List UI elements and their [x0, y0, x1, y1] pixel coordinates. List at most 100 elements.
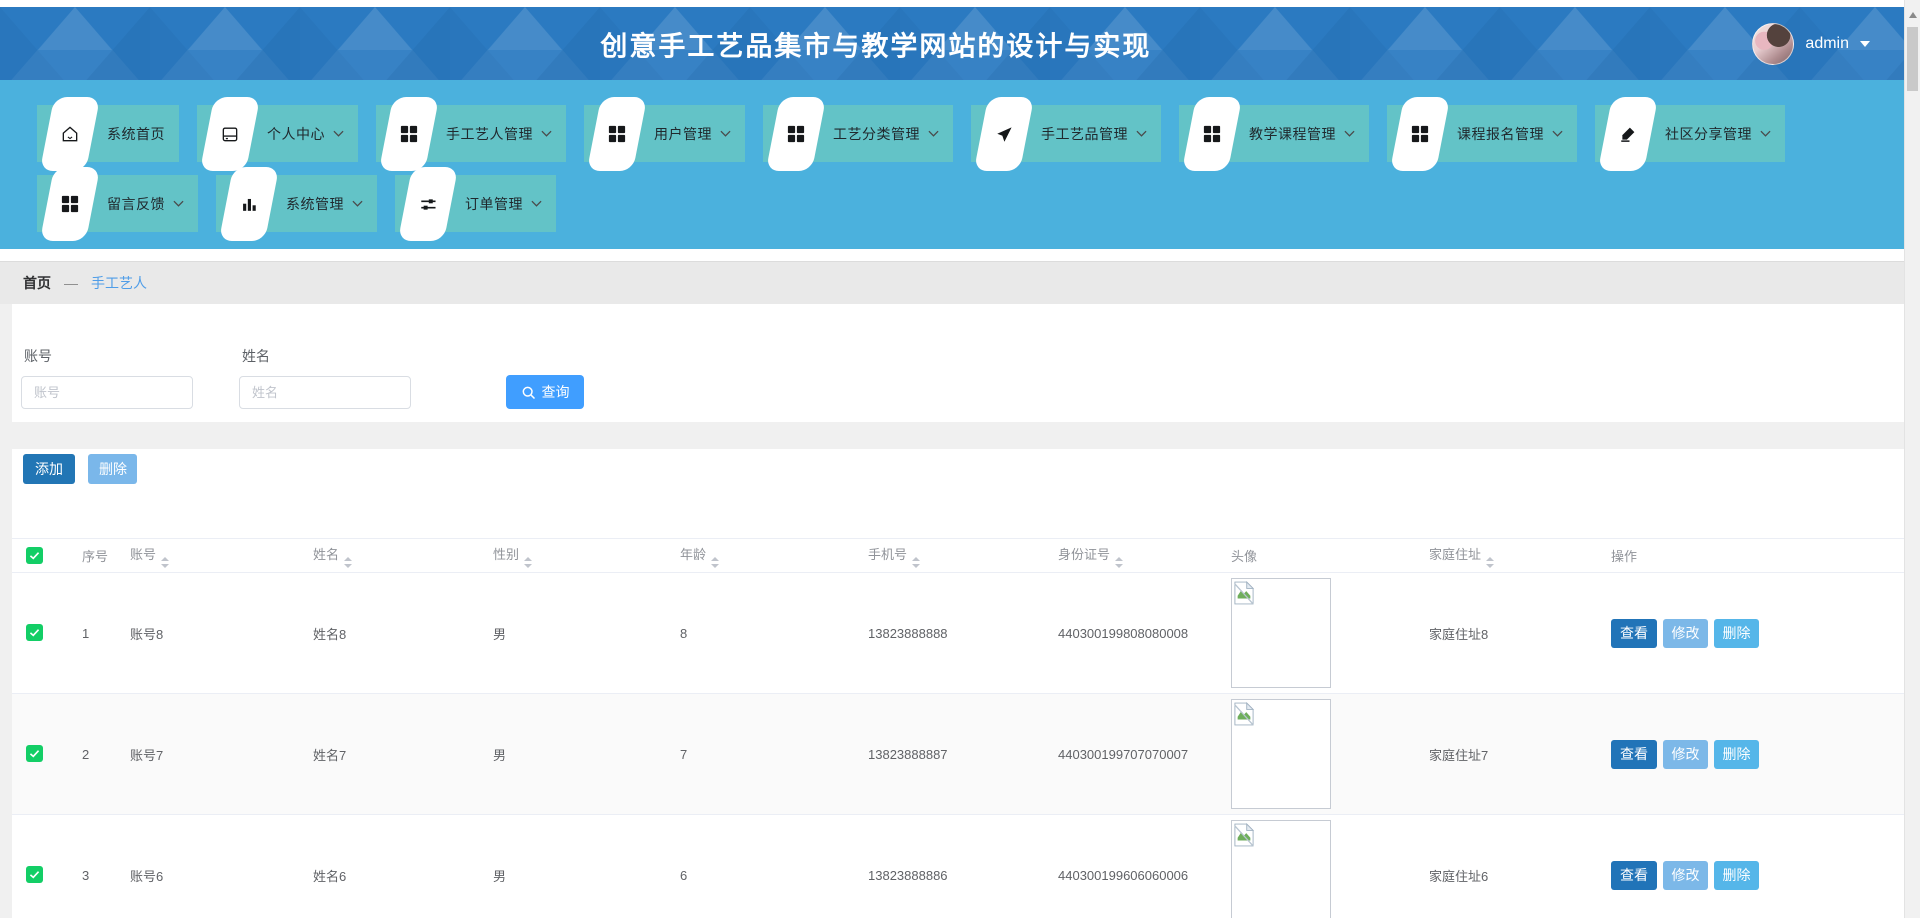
grid-icon	[40, 167, 100, 241]
sort-icon[interactable]	[524, 557, 532, 568]
table-row: 1 账号8 姓名8 男 8 13823888888 44030019980808…	[12, 573, 1904, 694]
sort-icon[interactable]	[912, 557, 920, 568]
cell-name: 姓名6	[301, 815, 481, 918]
avatar-image-placeholder	[1231, 820, 1331, 918]
chevron-down-icon	[352, 200, 363, 207]
grid-icon	[1390, 97, 1450, 171]
nav-item-label: 用户管理	[654, 124, 712, 144]
nav-item-personal-center[interactable]: 个人中心	[197, 105, 358, 162]
search-panel: 账号 姓名 查询	[12, 304, 1904, 422]
grid-icon	[379, 97, 439, 171]
chevron-down-icon	[1552, 130, 1563, 137]
nav-item-label: 课程报名管理	[1457, 124, 1544, 144]
edit-button[interactable]: 修改	[1663, 861, 1708, 890]
name-input[interactable]	[239, 376, 411, 409]
nav-item-craftsman-management[interactable]: 手工艺人管理	[376, 105, 566, 162]
scroll-up-arrow[interactable]	[1909, 12, 1917, 18]
cell-account: 账号8	[118, 573, 301, 694]
user-avatar[interactable]	[1752, 23, 1794, 65]
scrollbar[interactable]	[1904, 0, 1920, 918]
search-button-label: 查询	[542, 382, 570, 402]
cell-address: 家庭住址7	[1417, 694, 1599, 815]
account-input[interactable]	[21, 376, 193, 409]
user-menu[interactable]: admin	[1752, 23, 1870, 65]
nav-item-feedback[interactable]: 留言反馈	[37, 175, 198, 232]
row-checkbox[interactable]	[26, 866, 43, 883]
grid-icon	[766, 97, 826, 171]
row-actions: 查看 修改 删除	[1611, 861, 1904, 890]
avatar-image-placeholder	[1231, 578, 1331, 688]
avatar-image-placeholder	[1231, 699, 1331, 809]
page: 创意手工艺品集市与教学网站的设计与实现 admin 系统首页 个人中心	[0, 0, 1904, 918]
view-button[interactable]: 查看	[1611, 861, 1657, 890]
table-panel: 添加 删除 序号 账号 姓名 性别 年龄 手机号 身份证号 头像	[12, 449, 1904, 918]
row-checkbox[interactable]	[26, 624, 43, 641]
chevron-down-icon	[1760, 130, 1771, 137]
col-header-name: 姓名	[301, 539, 481, 573]
sort-icon[interactable]	[344, 557, 352, 568]
section-divider	[0, 422, 1904, 449]
search-button[interactable]: 查询	[506, 375, 584, 409]
nav-item-community-share-management[interactable]: 社区分享管理	[1595, 105, 1785, 162]
nav-item-label: 社区分享管理	[1665, 124, 1752, 144]
chevron-down-icon	[333, 130, 344, 137]
top-strip	[0, 0, 1904, 7]
col-header-avatar: 头像	[1219, 539, 1417, 573]
cell-index: 2	[70, 694, 118, 815]
nav-item-label: 工艺分类管理	[833, 124, 920, 144]
table-row: 2 账号7 姓名7 男 7 13823888887 44030019970707…	[12, 694, 1904, 815]
add-button[interactable]: 添加	[23, 454, 75, 484]
nav-item-label: 留言反馈	[107, 194, 165, 214]
chevron-down-icon	[720, 130, 731, 137]
grid-icon	[587, 97, 647, 171]
scrollbar-thumb[interactable]	[1907, 27, 1918, 91]
nav-item-order-management[interactable]: 订单管理	[395, 175, 556, 232]
nav-item-system-management[interactable]: 系统管理	[216, 175, 377, 232]
cell-id-card: 440300199606060006	[1046, 815, 1219, 918]
view-button[interactable]: 查看	[1611, 619, 1657, 648]
cell-id-card: 440300199808080008	[1046, 573, 1219, 694]
breadcrumb-home: 首页	[23, 273, 51, 293]
nav-row-2: 留言反馈 系统管理 订单管理	[37, 175, 1904, 232]
delete-button[interactable]: 删除	[1714, 619, 1759, 648]
nav-item-home[interactable]: 系统首页	[37, 105, 179, 162]
chevron-down-icon	[173, 200, 184, 207]
table-row: 3 账号6 姓名6 男 6 13823888886 44030019960606…	[12, 815, 1904, 918]
nav-item-label: 订单管理	[465, 194, 523, 214]
sort-icon[interactable]	[161, 557, 169, 568]
cell-gender: 男	[481, 573, 668, 694]
sort-icon[interactable]	[711, 557, 719, 568]
account-field-group: 账号	[21, 346, 193, 409]
bulk-delete-button[interactable]: 删除	[88, 454, 137, 484]
nav-item-label: 个人中心	[267, 124, 325, 144]
row-checkbox[interactable]	[26, 745, 43, 762]
nav-item-user-management[interactable]: 用户管理	[584, 105, 745, 162]
view-button[interactable]: 查看	[1611, 740, 1657, 769]
cell-phone: 13823888886	[856, 815, 1046, 918]
main-nav: 系统首页 个人中心 手工艺人管理 用户管理	[0, 80, 1904, 249]
cell-gender: 男	[481, 694, 668, 815]
edit-button[interactable]: 修改	[1663, 740, 1708, 769]
sort-icon[interactable]	[1486, 557, 1494, 568]
nav-item-course-enrollment-management[interactable]: 课程报名管理	[1387, 105, 1577, 162]
nav-item-craft-category-management[interactable]: 工艺分类管理	[763, 105, 953, 162]
breadcrumb-current[interactable]: 手工艺人	[91, 273, 147, 293]
delete-button[interactable]: 删除	[1714, 861, 1759, 890]
delete-button[interactable]: 删除	[1714, 740, 1759, 769]
nav-item-course-management[interactable]: 教学课程管理	[1179, 105, 1369, 162]
row-actions: 查看 修改 删除	[1611, 740, 1904, 769]
nav-item-handicraft-management[interactable]: 手工艺品管理	[971, 105, 1161, 162]
broken-image-icon	[1234, 823, 1254, 850]
col-header-phone: 手机号	[856, 539, 1046, 573]
user-caret-down-icon	[1860, 41, 1870, 47]
cell-gender: 男	[481, 815, 668, 918]
edit-button[interactable]: 修改	[1663, 619, 1708, 648]
nav-item-label: 教学课程管理	[1249, 124, 1336, 144]
select-all-checkbox[interactable]	[26, 547, 43, 564]
col-header-account: 账号	[118, 539, 301, 573]
col-header-address: 家庭住址	[1417, 539, 1599, 573]
cell-phone: 13823888887	[856, 694, 1046, 815]
sort-icon[interactable]	[1115, 557, 1123, 568]
page-title: 创意手工艺品集市与教学网站的设计与实现	[600, 24, 1151, 63]
breadcrumb: 首页 — 手工艺人	[0, 261, 1904, 304]
